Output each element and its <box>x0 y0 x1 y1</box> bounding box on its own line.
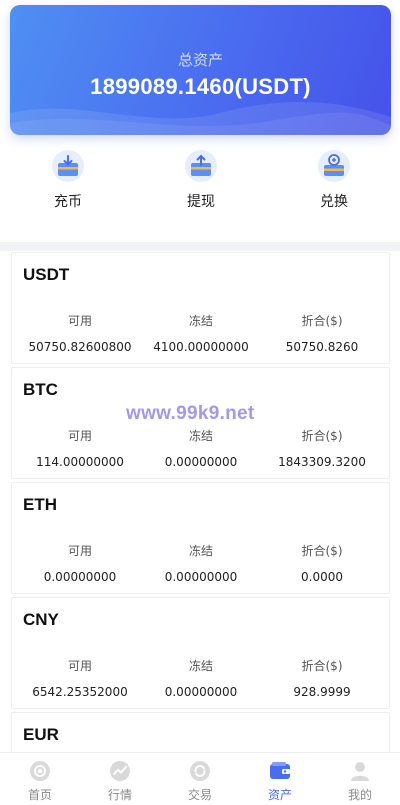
watermark-text: www.99k9.net <box>126 403 255 424</box>
converted-value: 0.0000 <box>301 570 343 584</box>
exchange-icon <box>318 150 350 182</box>
tab-label: 资产 <box>267 788 292 802</box>
wave-decoration <box>10 101 391 135</box>
frozen-value: 0.00000000 <box>164 570 238 584</box>
asset-card-usdt[interactable]: USDT 可用 50750.82600800 冻结 4100.00000000 … <box>11 252 390 364</box>
tab-market[interactable]: 行情 <box>80 759 160 803</box>
frozen-header: 冻结 <box>188 314 213 328</box>
currency-name: CNY <box>23 610 59 629</box>
frozen-value: 4100.00000000 <box>153 340 249 354</box>
deposit-icon <box>52 150 84 182</box>
quick-actions: 充币 提现 兑换 <box>0 150 400 230</box>
available-column: 可用 6542.25352000 <box>17 657 143 699</box>
tab-label: 我的 <box>347 788 372 802</box>
available-value: 6542.25352000 <box>32 685 128 699</box>
deposit-label: 充币 <box>54 194 82 210</box>
trade-icon <box>188 759 212 783</box>
tab-home[interactable]: 首页 <box>0 759 80 803</box>
converted-column: 折合($) 1843309.3200 <box>259 427 385 469</box>
asset-card-cny[interactable]: CNY 可用 6542.25352000 冻结 0.00000000 折合($)… <box>11 597 390 709</box>
available-header: 可用 <box>67 659 92 673</box>
tab-assets[interactable]: 资产 <box>240 759 320 803</box>
wallet-icon <box>268 759 292 783</box>
withdraw-label: 提现 <box>187 194 215 210</box>
tab-label: 行情 <box>107 788 132 802</box>
frozen-column: 冻结 0.00000000 <box>138 657 264 699</box>
currency-name: USDT <box>23 265 70 284</box>
currency-name: EUR <box>23 725 59 744</box>
bottom-tab-bar: 首页 行情 交易 资产 我的 <box>0 752 400 805</box>
frozen-value: 0.00000000 <box>164 685 238 699</box>
deposit-button[interactable]: 充币 <box>28 150 108 211</box>
converted-value: 1843309.3200 <box>278 455 366 469</box>
available-header: 可用 <box>67 314 92 328</box>
available-value: 114.00000000 <box>36 455 124 469</box>
frozen-column: 冻结 0.00000000 <box>138 427 264 469</box>
currency-name: BTC <box>23 380 58 399</box>
tab-label: 交易 <box>187 788 212 802</box>
total-assets-value: 1899089.1460(USDT) <box>90 74 311 99</box>
user-icon <box>348 759 372 783</box>
converted-header: 折合($) <box>301 544 343 558</box>
tab-trade[interactable]: 交易 <box>160 759 240 803</box>
available-column: 可用 50750.82600800 <box>17 312 143 354</box>
market-icon <box>108 759 132 783</box>
assets-page: 总资产 1899089.1460(USDT) 充币 提现 兑换 USDT 可用 … <box>0 0 400 805</box>
frozen-header: 冻结 <box>188 659 213 673</box>
currency-name: ETH <box>23 495 57 514</box>
converted-header: 折合($) <box>301 314 343 328</box>
tab-label: 首页 <box>27 788 52 802</box>
exchange-label: 兑换 <box>320 194 348 210</box>
converted-header: 折合($) <box>301 659 343 673</box>
total-assets-label: 总资产 <box>177 51 223 69</box>
asset-card-eth[interactable]: ETH 可用 0.00000000 冻结 0.00000000 折合($) 0.… <box>11 482 390 594</box>
withdraw-button[interactable]: 提现 <box>161 150 241 211</box>
converted-column: 折合($) 50750.8260 <box>259 312 385 354</box>
section-divider <box>0 242 400 251</box>
available-column: 可用 114.00000000 <box>17 427 143 469</box>
frozen-column: 冻结 4100.00000000 <box>138 312 264 354</box>
frozen-header: 冻结 <box>188 429 213 443</box>
converted-column: 折合($) 928.9999 <box>259 657 385 699</box>
converted-header: 折合($) <box>301 429 343 443</box>
home-icon <box>28 759 52 783</box>
available-value: 50750.82600800 <box>28 340 132 354</box>
withdraw-icon <box>185 150 217 182</box>
converted-value: 50750.8260 <box>285 340 359 354</box>
available-value: 0.00000000 <box>43 570 117 584</box>
frozen-column: 冻结 0.00000000 <box>138 542 264 584</box>
available-header: 可用 <box>67 429 92 443</box>
available-column: 可用 0.00000000 <box>17 542 143 584</box>
exchange-button[interactable]: 兑换 <box>294 150 374 211</box>
tab-mine[interactable]: 我的 <box>320 759 400 803</box>
frozen-header: 冻结 <box>188 544 213 558</box>
available-header: 可用 <box>67 544 92 558</box>
converted-value: 928.9999 <box>293 685 351 699</box>
total-assets-card: 总资产 1899089.1460(USDT) <box>10 5 391 135</box>
converted-column: 折合($) 0.0000 <box>259 542 385 584</box>
frozen-value: 0.00000000 <box>164 455 238 469</box>
